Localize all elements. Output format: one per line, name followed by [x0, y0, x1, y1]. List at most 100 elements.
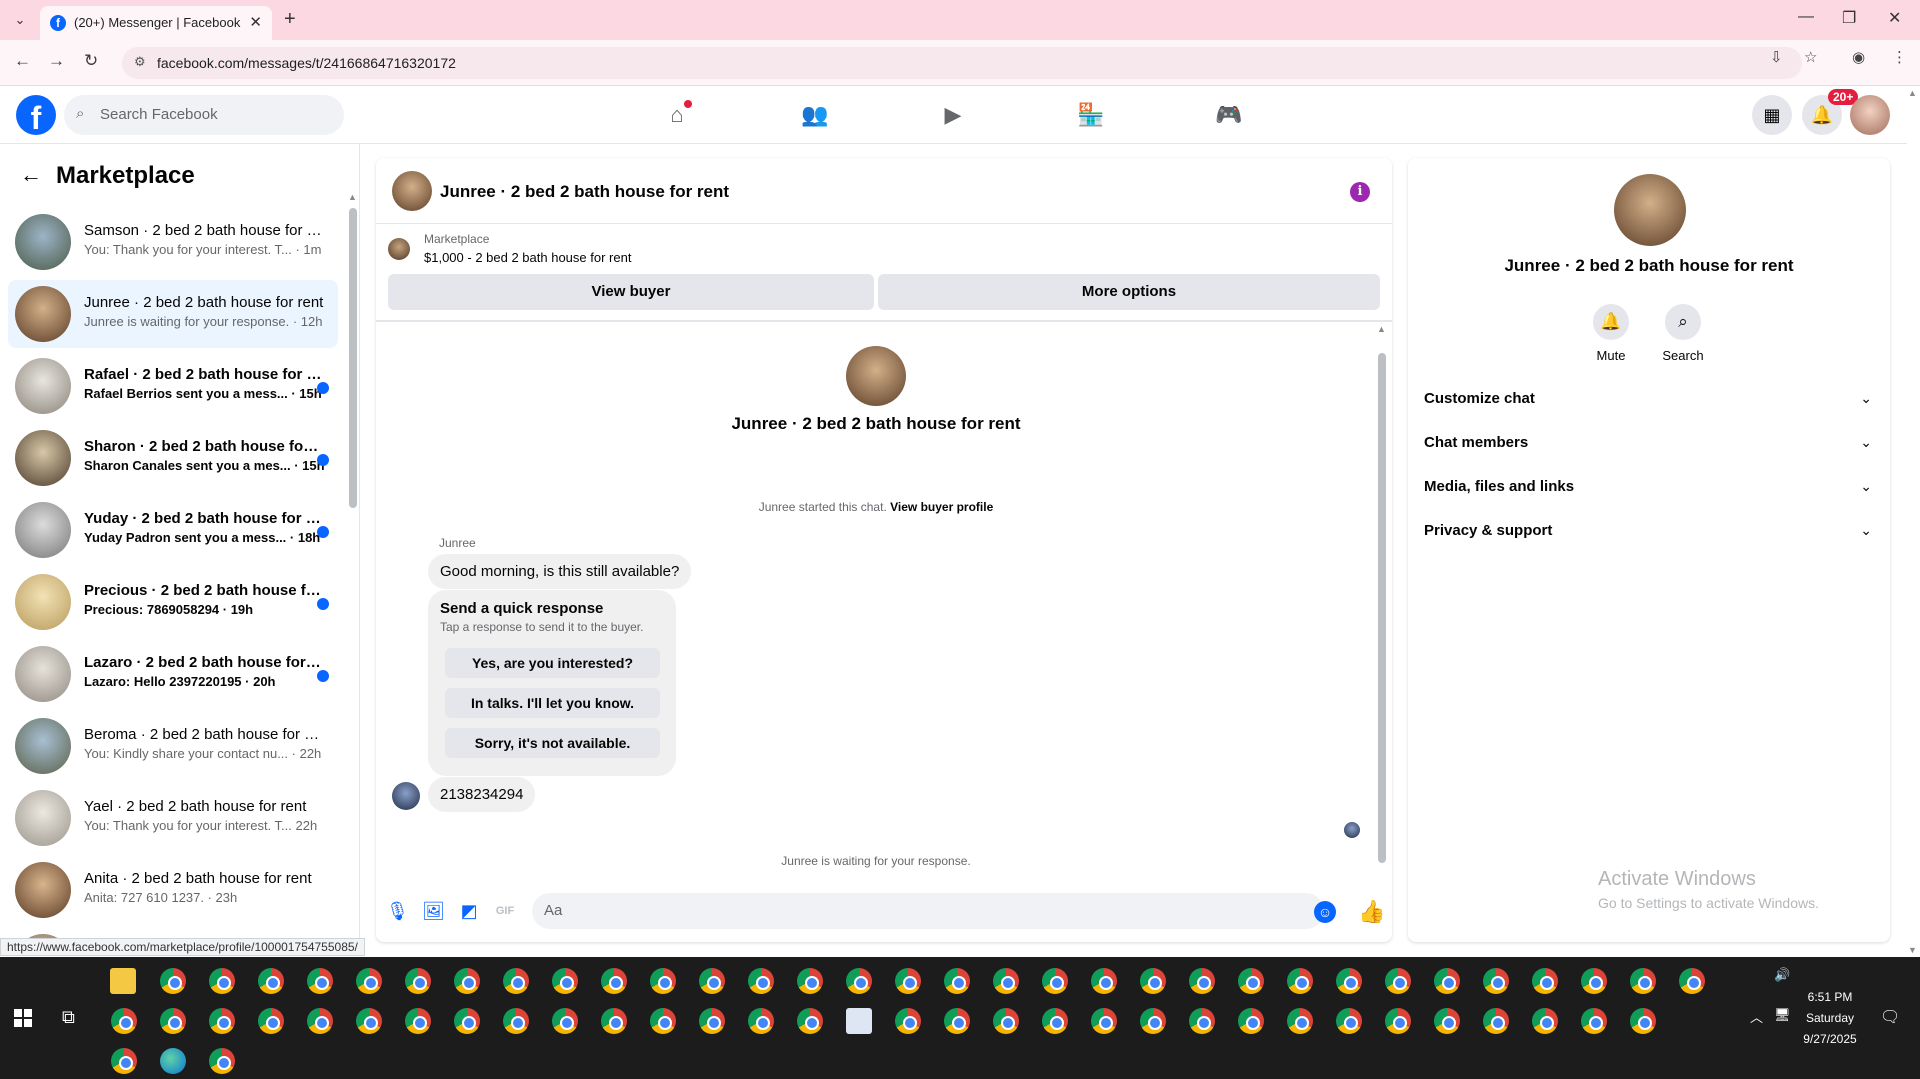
chrome-window-icon[interactable]: [552, 1008, 578, 1034]
profile-icon[interactable]: ◉: [1852, 48, 1865, 66]
view-buyer-button[interactable]: View buyer: [388, 274, 874, 310]
chat-scroll-up-icon[interactable]: ▲: [1377, 324, 1386, 334]
chrome-window-icon[interactable]: [1385, 968, 1411, 994]
chrome-window-icon[interactable]: [503, 968, 529, 994]
chrome-window-icon[interactable]: [797, 1008, 823, 1034]
chrome-window-icon[interactable]: [209, 1048, 235, 1074]
chrome-window-icon[interactable]: [258, 968, 284, 994]
chrome-window-icon[interactable]: [1385, 1008, 1411, 1034]
microphone-icon[interactable]: 🎙: [386, 900, 409, 922]
chrome-window-icon[interactable]: [356, 1008, 382, 1034]
quick-response-button[interactable]: Yes, are you interested?: [445, 648, 660, 678]
chrome-window-icon[interactable]: [454, 968, 480, 994]
task-view-icon[interactable]: ⧉: [62, 1007, 75, 1028]
media-files-links-section[interactable]: Media, files and links ⌄: [1424, 470, 1876, 506]
conversation-item[interactable]: Lazaro · 2 bed 2 bath house for rent Laza…: [8, 640, 338, 708]
site-info-icon[interactable]: ⚙: [134, 54, 146, 70]
chrome-window-icon[interactable]: [699, 1008, 725, 1034]
chrome-window-icon[interactable]: [1336, 1008, 1362, 1034]
chrome-window-icon[interactable]: [111, 1048, 137, 1074]
facebook-search-input[interactable]: ⌕ Search Facebook: [64, 95, 344, 135]
edge-icon[interactable]: [160, 1048, 186, 1074]
account-avatar[interactable]: [1850, 95, 1890, 135]
chrome-window-icon[interactable]: [1238, 1008, 1264, 1034]
chrome-window-icon[interactable]: [748, 968, 774, 994]
chrome-window-icon[interactable]: [993, 968, 1019, 994]
chrome-window-icon[interactable]: [405, 1008, 431, 1034]
browser-menu-icon[interactable]: ⋮: [1892, 48, 1907, 66]
chrome-window-icon[interactable]: [1581, 968, 1607, 994]
address-bar[interactable]: ⚙ facebook.com/messages/t/24166864716320…: [122, 47, 1802, 79]
friends-icon[interactable]: 👥: [800, 102, 830, 130]
mute-button[interactable]: 🔔 Mute: [1581, 304, 1641, 363]
volume-icon[interactable]: 🔊: [1774, 967, 1790, 983]
view-buyer-profile-link[interactable]: View buyer profile: [890, 500, 993, 514]
tray-overflow-icon[interactable]: ︿: [1750, 1007, 1763, 1026]
conversation-item[interactable]: Precious · 2 bed 2 bath house for rent Pr…: [8, 568, 338, 636]
sidebar-scrollbar[interactable]: [349, 208, 357, 508]
incoming-message[interactable]: 2138234294: [428, 777, 536, 812]
chrome-window-icon[interactable]: [993, 1008, 1019, 1034]
chrome-window-icon[interactable]: [1238, 968, 1264, 994]
chrome-window-icon[interactable]: [1483, 968, 1509, 994]
chrome-window-icon[interactable]: [503, 1008, 529, 1034]
emoji-icon[interactable]: ☺: [1314, 901, 1336, 923]
chrome-window-icon[interactable]: [1679, 968, 1705, 994]
chrome-window-icon[interactable]: [552, 968, 578, 994]
quick-response-button[interactable]: Sorry, it's not available.: [445, 728, 660, 758]
tab-close-icon[interactable]: ✕: [249, 13, 262, 31]
chrome-window-icon[interactable]: [601, 968, 627, 994]
chrome-window-icon[interactable]: [1581, 1008, 1607, 1034]
chrome-window-icon[interactable]: [209, 1008, 235, 1034]
app-window-icon[interactable]: [846, 1008, 872, 1034]
quick-response-button[interactable]: In talks. I'll let you know.: [445, 688, 660, 718]
chrome-window-icon[interactable]: [1630, 1008, 1656, 1034]
chrome-window-icon[interactable]: [944, 968, 970, 994]
photo-icon[interactable]: 🖼: [422, 900, 445, 922]
chrome-window-icon[interactable]: [650, 1008, 676, 1034]
action-center-icon[interactable]: 🗨: [1880, 1007, 1900, 1027]
browser-tab[interactable]: f (20+) Messenger | Facebook ✕: [40, 6, 272, 40]
chrome-window-icon[interactable]: [1140, 968, 1166, 994]
chrome-window-icon[interactable]: [307, 968, 333, 994]
privacy-support-section[interactable]: Privacy & support ⌄: [1424, 514, 1876, 550]
chrome-window-icon[interactable]: [797, 968, 823, 994]
install-app-icon[interactable]: ⇩: [1770, 48, 1783, 66]
page-scroll-up-icon[interactable]: ▲: [1908, 88, 1917, 98]
facebook-logo[interactable]: f: [16, 95, 56, 135]
conversation-item[interactable]: Yael · 2 bed 2 bath house for rent You: T…: [8, 784, 338, 852]
chrome-window-icon[interactable]: [895, 1008, 921, 1034]
chrome-window-icon[interactable]: [258, 1008, 284, 1034]
reload-icon[interactable]: ↻: [84, 51, 98, 71]
conversation-item[interactable]: Rafael · 2 bed 2 bath house for rent Rafa…: [8, 352, 338, 420]
restore-icon[interactable]: ❐: [1842, 8, 1856, 28]
listing-detail[interactable]: $1,000 - 2 bed 2 bath house for rent: [424, 250, 631, 265]
marketplace-icon[interactable]: 🏪: [1076, 102, 1106, 130]
network-icon[interactable]: 🖥: [1774, 1007, 1791, 1023]
thumbs-up-icon[interactable]: 👍: [1358, 899, 1385, 925]
gif-icon[interactable]: GIF: [494, 900, 516, 922]
new-tab-icon[interactable]: +: [284, 8, 296, 31]
chrome-window-icon[interactable]: [1042, 1008, 1068, 1034]
tab-list-dropdown-icon[interactable]: ⌄: [10, 10, 30, 30]
more-options-button[interactable]: More options: [878, 274, 1380, 310]
info-icon[interactable]: i: [1350, 182, 1370, 202]
chrome-window-icon[interactable]: [1483, 1008, 1509, 1034]
conversation-item[interactable]: Junree · 2 bed 2 bath house for rent Junr…: [8, 280, 338, 348]
chrome-window-icon[interactable]: [454, 1008, 480, 1034]
chrome-window-icon[interactable]: [356, 968, 382, 994]
menu-grid-icon[interactable]: ▦: [1752, 95, 1792, 135]
chat-title[interactable]: Junree · 2 bed 2 bath house for rent: [440, 182, 729, 202]
chrome-window-icon[interactable]: [699, 968, 725, 994]
forward-icon[interactable]: →: [48, 51, 65, 71]
chrome-window-icon[interactable]: [1532, 968, 1558, 994]
chat-scrollbar[interactable]: [1378, 353, 1386, 863]
chrome-window-icon[interactable]: [1287, 968, 1313, 994]
chrome-window-icon[interactable]: [601, 1008, 627, 1034]
conversation-item[interactable]: Beroma · 2 bed 2 bath house for rent You:…: [8, 712, 338, 780]
chrome-window-icon[interactable]: [1189, 1008, 1215, 1034]
chrome-window-icon[interactable]: [160, 968, 186, 994]
file-explorer-icon[interactable]: [110, 968, 136, 994]
chrome-window-icon[interactable]: [1091, 1008, 1117, 1034]
start-button-icon[interactable]: [14, 1009, 32, 1027]
